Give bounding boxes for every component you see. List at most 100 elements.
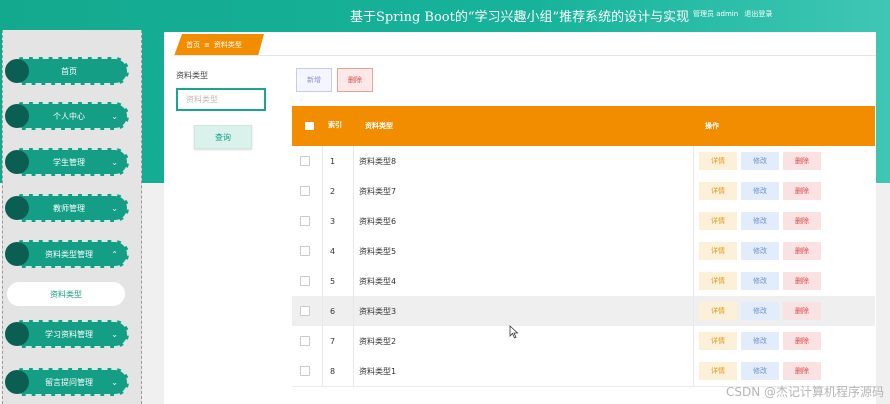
row-type: 资料类型4 bbox=[359, 276, 397, 286]
table-row: 3 资料类型6 详情 修改 删除 bbox=[292, 206, 875, 237]
detail-button[interactable]: 详情 bbox=[699, 332, 737, 350]
sidebar-item-students[interactable]: 学生管理 ⌄ bbox=[5, 148, 129, 176]
row-type: 资料类型1 bbox=[359, 366, 397, 376]
sidebar-item-label: 首页 bbox=[61, 66, 77, 76]
row-delete-button[interactable]: 删除 bbox=[783, 302, 821, 320]
row-checkbox[interactable] bbox=[300, 356, 310, 386]
sidebar-item-label: 教师管理 bbox=[53, 203, 85, 213]
row-type: 资料类型3 bbox=[359, 306, 397, 316]
row-index: 8 bbox=[330, 366, 336, 376]
search-label: 资料类型 bbox=[176, 71, 208, 80]
header-actions: 操作 bbox=[705, 122, 719, 130]
detail-button[interactable]: 详情 bbox=[699, 272, 737, 290]
row-delete-button[interactable]: 删除 bbox=[783, 212, 821, 230]
row-delete-button[interactable]: 删除 bbox=[783, 332, 821, 350]
page-title: 基于Spring Boot的“学习兴趣小组”推荐系统的设计与实现 bbox=[350, 10, 690, 25]
chevron-down-icon: ⌄ bbox=[111, 204, 118, 213]
row-index: 4 bbox=[330, 246, 336, 256]
row-checkbox[interactable] bbox=[300, 296, 310, 326]
table-row: 5 资料类型4 详情 修改 删除 bbox=[292, 266, 875, 297]
sidebar-dot-icon bbox=[5, 370, 29, 394]
detail-button[interactable]: 详情 bbox=[699, 362, 737, 380]
table-row: 1 资料类型8 详情 修改 删除 bbox=[292, 146, 875, 177]
chevron-down-icon: ⌄ bbox=[111, 378, 118, 387]
breadcrumb-home[interactable]: 首页 bbox=[186, 40, 200, 50]
row-type: 资料类型7 bbox=[359, 186, 397, 196]
row-type: 资料类型2 bbox=[359, 336, 397, 346]
row-checkbox[interactable] bbox=[300, 176, 310, 206]
sidebar-item-messages[interactable]: 留言提问管理 ⌄ bbox=[5, 368, 129, 396]
row-index: 6 bbox=[330, 306, 336, 316]
row-type: 资料类型5 bbox=[359, 246, 397, 256]
sidebar-item-label: 学生管理 bbox=[53, 157, 85, 167]
user-label: 管理员 admin bbox=[693, 10, 739, 18]
logout-link[interactable]: 退出登录 bbox=[744, 10, 772, 18]
row-type: 资料类型6 bbox=[359, 216, 397, 226]
edit-button[interactable]: 修改 bbox=[741, 182, 779, 200]
edit-button[interactable]: 修改 bbox=[741, 362, 779, 380]
breadcrumb-separator: ≡ bbox=[204, 41, 210, 49]
sidebar-item-home[interactable]: 首页 bbox=[5, 57, 129, 85]
row-delete-button[interactable]: 删除 bbox=[783, 272, 821, 290]
edit-button[interactable]: 修改 bbox=[741, 302, 779, 320]
chevron-down-icon: ⌄ bbox=[111, 112, 118, 121]
row-index: 3 bbox=[330, 216, 336, 226]
row-index: 7 bbox=[330, 336, 336, 346]
divider bbox=[174, 55, 876, 56]
header-index: 索引 bbox=[328, 121, 342, 130]
detail-button[interactable]: 详情 bbox=[699, 212, 737, 230]
sidebar-item-teachers[interactable]: 教师管理 ⌄ bbox=[5, 194, 129, 222]
row-checkbox[interactable] bbox=[300, 266, 310, 296]
row-delete-button[interactable]: 删除 bbox=[783, 152, 821, 170]
sidebar-item-label: 资料类型管理 bbox=[45, 249, 93, 259]
sidebar-item-material-types[interactable]: 资料类型管理 ⌃ bbox=[5, 240, 129, 268]
detail-button[interactable]: 详情 bbox=[699, 182, 737, 200]
edit-button[interactable]: 修改 bbox=[741, 332, 779, 350]
row-checkbox[interactable] bbox=[300, 236, 310, 266]
row-checkbox[interactable] bbox=[300, 206, 310, 236]
search-input[interactable] bbox=[176, 88, 266, 111]
query-button[interactable]: 查询 bbox=[194, 125, 252, 149]
table-row: 4 资料类型5 详情 修改 删除 bbox=[292, 236, 875, 267]
edit-button[interactable]: 修改 bbox=[741, 212, 779, 230]
edit-button[interactable]: 修改 bbox=[741, 272, 779, 290]
sidebar-dot-icon bbox=[5, 196, 29, 220]
sidebar-subitem-material-type[interactable]: 资料类型 bbox=[7, 282, 125, 306]
row-checkbox[interactable] bbox=[300, 326, 310, 356]
sidebar-dot-icon bbox=[5, 150, 29, 174]
detail-button[interactable]: 详情 bbox=[699, 242, 737, 260]
chevron-down-icon: ⌄ bbox=[111, 330, 118, 339]
sidebar: 首页 个人中心 ⌄ 学生管理 ⌄ 教师管理 ⌄ 资料类型管理 ⌃ 资料类型 学习… bbox=[2, 30, 142, 404]
chevron-up-icon: ⌃ bbox=[111, 250, 118, 259]
row-delete-button[interactable]: 删除 bbox=[783, 362, 821, 380]
sidebar-item-label: 学习资料管理 bbox=[45, 329, 93, 339]
breadcrumb: 首页 ≡ 资料类型 bbox=[174, 34, 264, 56]
detail-button[interactable]: 详情 bbox=[699, 152, 737, 170]
row-checkbox[interactable] bbox=[300, 146, 310, 176]
sidebar-dot-icon bbox=[5, 59, 29, 83]
mouse-cursor-icon bbox=[509, 325, 519, 339]
row-index: 5 bbox=[330, 276, 336, 286]
row-index: 2 bbox=[330, 186, 336, 196]
edit-button[interactable]: 修改 bbox=[741, 242, 779, 260]
sidebar-item-profile[interactable]: 个人中心 ⌄ bbox=[5, 102, 129, 130]
add-button[interactable]: 新增 bbox=[296, 68, 332, 92]
chevron-down-icon: ⌄ bbox=[111, 158, 118, 167]
main-panel: 首页 ≡ 资料类型 资料类型 查询 新增 删除 索引 资料类型 操作 1 资料类型… bbox=[164, 32, 876, 404]
sidebar-dot-icon bbox=[5, 104, 29, 128]
sidebar-item-label: 留言提问管理 bbox=[45, 377, 93, 387]
table-row: 2 资料类型7 详情 修改 删除 bbox=[292, 176, 875, 207]
user-info: 管理员 admin 退出登录 bbox=[693, 9, 776, 19]
detail-button[interactable]: 详情 bbox=[699, 302, 737, 320]
sidebar-item-study-materials[interactable]: 学习资料管理 ⌄ bbox=[5, 320, 129, 348]
row-delete-button[interactable]: 删除 bbox=[783, 242, 821, 260]
watermark: CSDN @杰记计算机程序源码 bbox=[725, 385, 884, 399]
sidebar-item-label: 个人中心 bbox=[53, 111, 85, 121]
delete-button[interactable]: 删除 bbox=[337, 68, 373, 92]
breadcrumb-current: 资料类型 bbox=[213, 41, 242, 49]
edit-button[interactable]: 修改 bbox=[741, 152, 779, 170]
table-row: 7 资料类型2 详情 修改 删除 bbox=[292, 326, 875, 357]
select-all-checkbox[interactable] bbox=[305, 106, 314, 146]
row-index: 1 bbox=[330, 156, 336, 166]
row-delete-button[interactable]: 删除 bbox=[783, 182, 821, 200]
